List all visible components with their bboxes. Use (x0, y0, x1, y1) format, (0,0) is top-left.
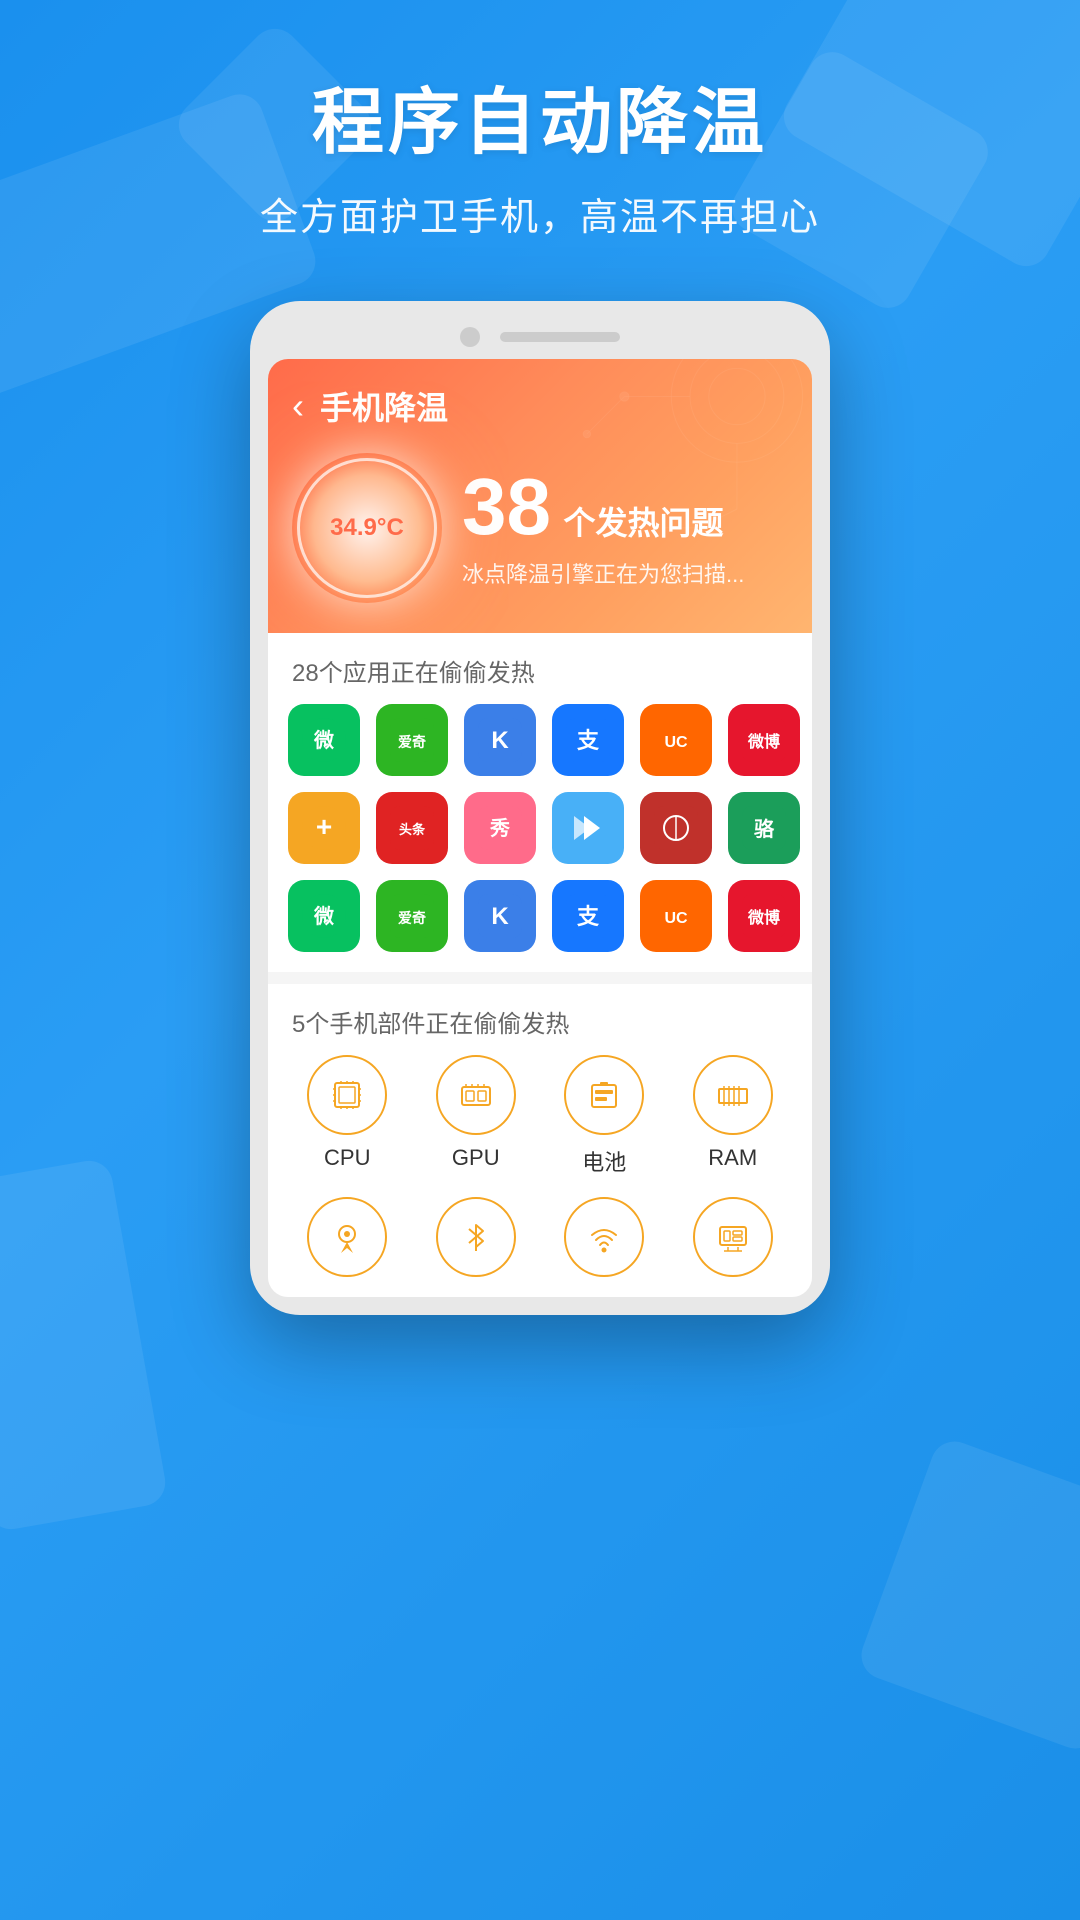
phone-mockup: ‹ 手机降温 34.9°C (0, 301, 1080, 1315)
wifi-icon (582, 1215, 626, 1259)
screen-icon-circle (693, 1197, 773, 1277)
bg-shape-5 (855, 1435, 1080, 1755)
gpu-icon-circle (436, 1055, 516, 1135)
svg-text:微: 微 (313, 904, 334, 928)
svg-text:微博: 微博 (747, 732, 780, 751)
svg-text:头条: 头条 (399, 822, 426, 837)
list-item[interactable]: UC (640, 880, 712, 952)
list-item[interactable]: 微 (288, 704, 360, 776)
list-item[interactable] (552, 792, 624, 864)
page-title: 程序自动降温 (0, 80, 1080, 166)
phone-body: ‹ 手机降温 34.9°C (250, 301, 830, 1315)
ram-label: RAM (708, 1145, 757, 1171)
list-item[interactable]: 头条 (376, 792, 448, 864)
svg-text:支: 支 (577, 904, 600, 929)
list-item[interactable]: 微博 (728, 704, 800, 776)
gps-icon-circle (307, 1197, 387, 1277)
gpu-label: GPU (452, 1145, 500, 1171)
hw-item-gps[interactable] (288, 1197, 407, 1277)
svg-text:微博: 微博 (747, 908, 780, 927)
svg-text:UC: UC (664, 910, 688, 927)
hw-item-screen[interactable] (674, 1197, 793, 1277)
hw-item-bluetooth[interactable] (417, 1197, 536, 1277)
hw-item-wifi[interactable] (545, 1197, 664, 1277)
screen-icon (711, 1215, 755, 1259)
list-item[interactable]: K (464, 704, 536, 776)
svg-text:UC: UC (664, 734, 688, 751)
svg-text:爱奇: 爱奇 (398, 734, 426, 750)
list-item[interactable]: 微博 (728, 880, 800, 952)
list-item[interactable]: 爱奇 (376, 704, 448, 776)
gauge-inner: 34.9°C (330, 514, 404, 542)
battery-icon (582, 1073, 626, 1117)
phone-top-bar (268, 319, 812, 359)
hardware-icons-row2 (268, 1187, 812, 1287)
svg-text:秀: 秀 (489, 817, 510, 840)
hw-item-gpu[interactable]: GPU (417, 1055, 536, 1177)
cpu-icon (325, 1073, 369, 1117)
apps-section: 28个应用正在偷偷发热 微 爱奇 K 支 (268, 633, 812, 972)
svg-text:支: 支 (577, 728, 600, 753)
cpu-icon-circle (307, 1055, 387, 1135)
list-item[interactable]: K (464, 880, 536, 952)
battery-label: 电池 (582, 1145, 626, 1177)
ram-icon-circle (693, 1055, 773, 1135)
page-header: 程序自动降温 全方面护卫手机，高温不再担心 (0, 0, 1080, 241)
gpu-icon (454, 1073, 498, 1117)
location-icon (325, 1215, 369, 1259)
hw-item-battery[interactable]: 电池 (545, 1055, 664, 1177)
phone-speaker (500, 332, 620, 342)
svg-text:微: 微 (313, 728, 334, 752)
list-item[interactable]: 骆 (728, 792, 800, 864)
bluetooth-icon-circle (436, 1197, 516, 1277)
svg-text:骆: 骆 (754, 817, 775, 841)
svg-text:K: K (491, 727, 509, 754)
list-item[interactable]: 秀 (464, 792, 536, 864)
bluetooth-icon (454, 1215, 498, 1259)
page-subtitle: 全方面护卫手机，高温不再担心 (0, 186, 1080, 241)
cpu-label: CPU (324, 1145, 370, 1171)
ram-icon (711, 1073, 755, 1117)
phone-screen: ‹ 手机降温 34.9°C (268, 359, 812, 1297)
app-screen: ‹ 手机降温 34.9°C (268, 359, 812, 1297)
temp-gauge: 34.9°C (292, 453, 442, 603)
list-item[interactable]: 爱奇 (376, 880, 448, 952)
svg-text:K: K (491, 903, 509, 930)
hardware-icons-row1: CPU (268, 1055, 812, 1187)
svg-text:+: + (316, 811, 332, 842)
hardware-section: 5个手机部件正在偷偷发热 (268, 984, 812, 1297)
wifi-icon-circle (564, 1197, 644, 1277)
hw-item-ram[interactable]: RAM (674, 1055, 793, 1177)
apps-icons-grid: 微 爱奇 K 支 UC (268, 704, 812, 972)
list-item[interactable]: 微 (288, 880, 360, 952)
hardware-section-label: 5个手机部件正在偷偷发热 (268, 984, 812, 1055)
list-item[interactable]: UC (640, 704, 712, 776)
apps-section-label: 28个应用正在偷偷发热 (268, 633, 812, 704)
temperature-value: 34.9°C (330, 514, 404, 542)
svg-text:爱奇: 爱奇 (398, 910, 426, 926)
list-item[interactable] (640, 792, 712, 864)
app-header: ‹ 手机降温 34.9°C (268, 359, 812, 633)
phone-camera (460, 327, 480, 347)
list-item[interactable]: 支 (552, 704, 624, 776)
battery-icon-circle (564, 1055, 644, 1135)
hw-item-cpu[interactable]: CPU (288, 1055, 407, 1177)
list-item[interactable]: 支 (552, 880, 624, 952)
list-item[interactable]: + (288, 792, 360, 864)
